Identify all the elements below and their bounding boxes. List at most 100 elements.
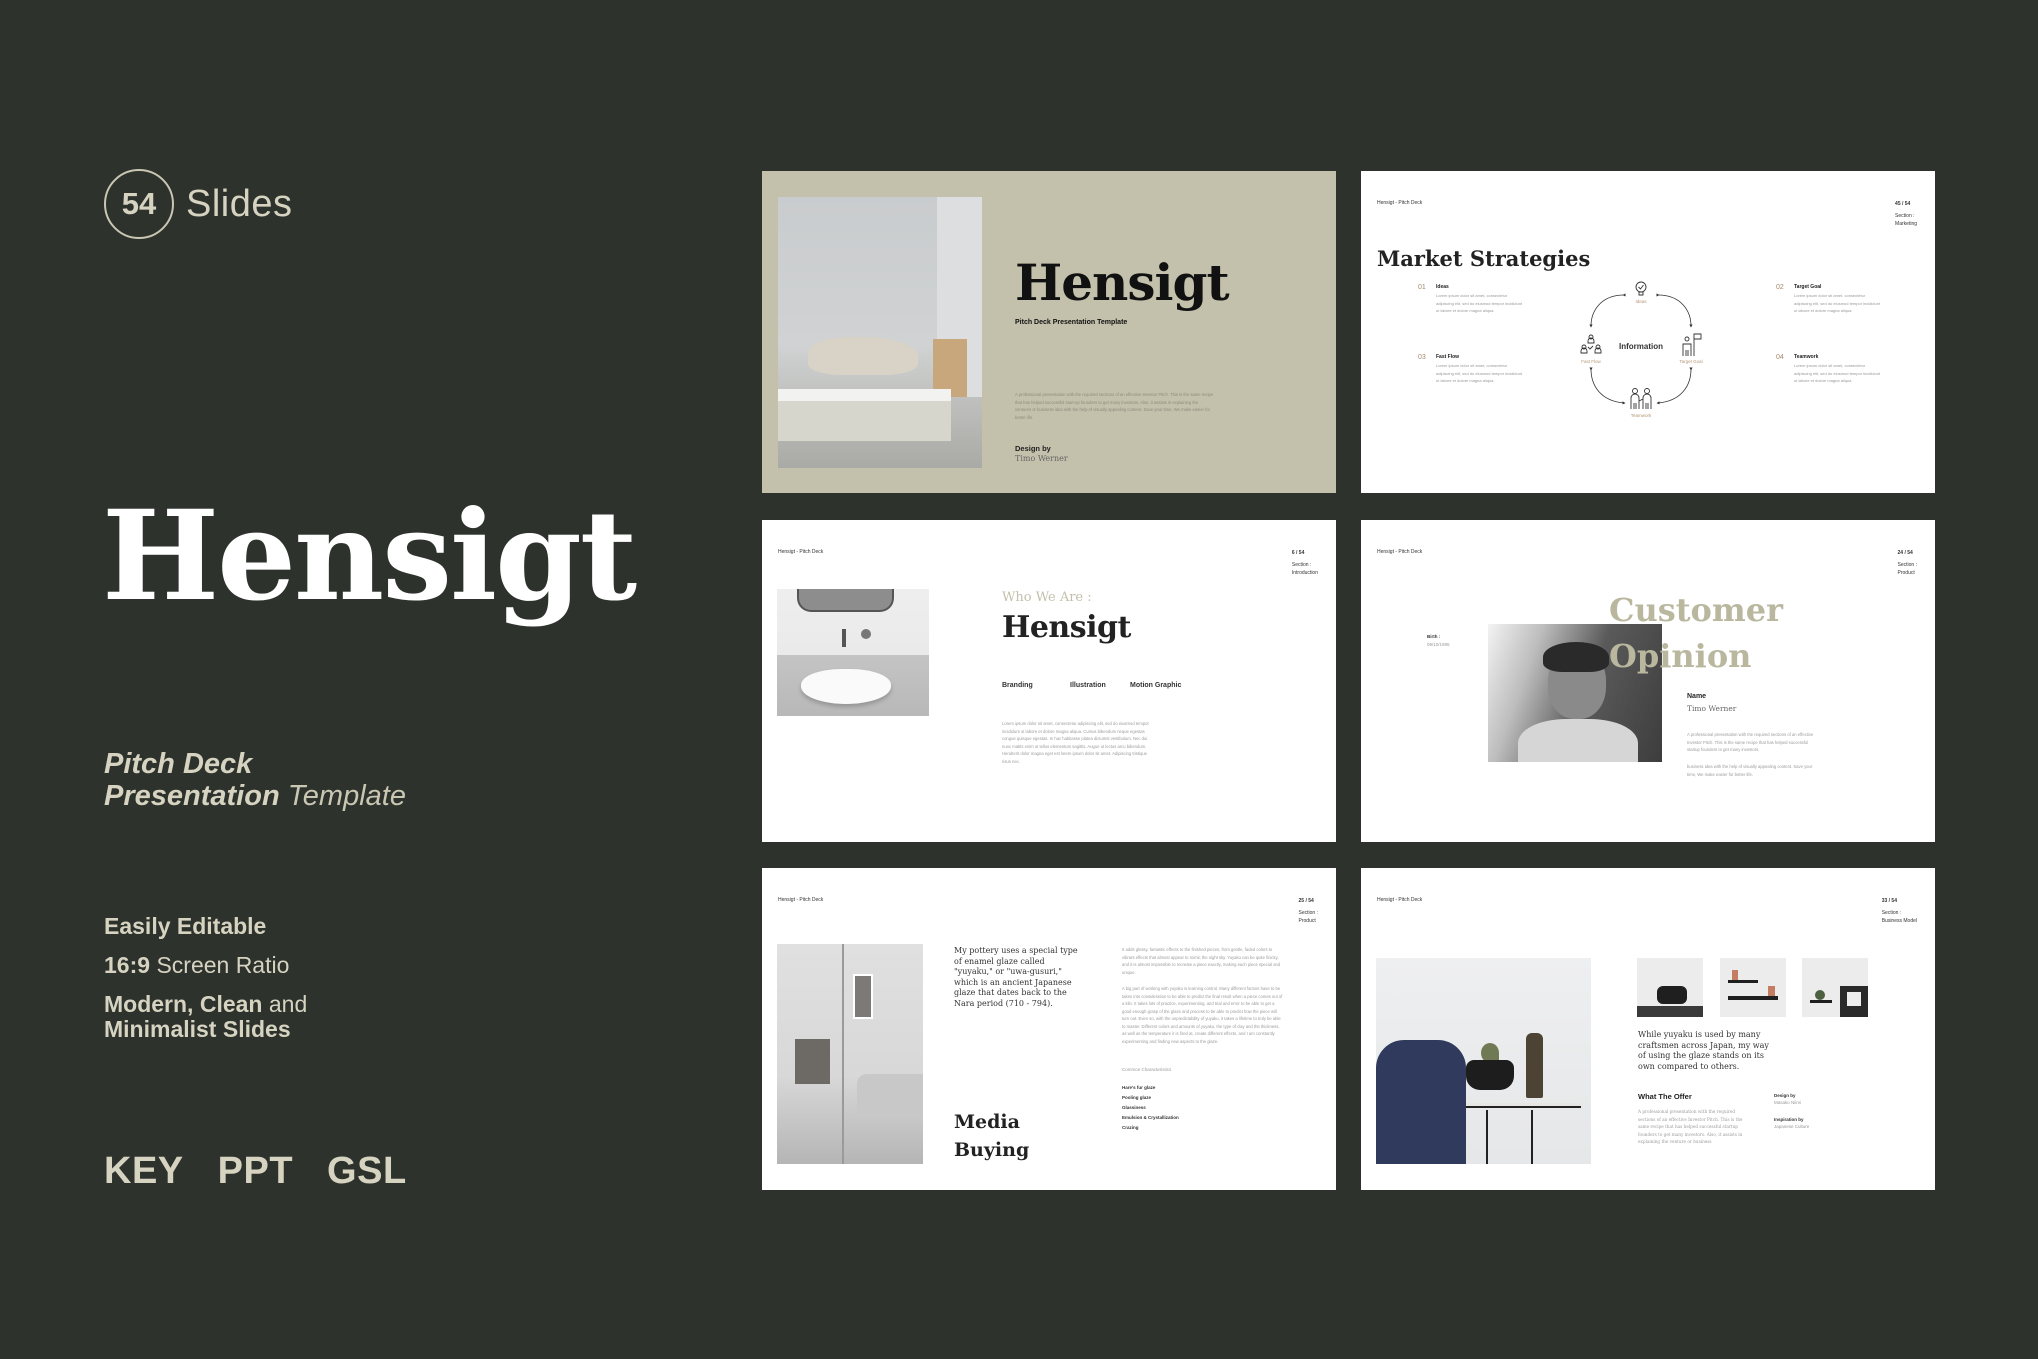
opinion-paragraph: business idea with the help of visually … — [1687, 764, 1813, 777]
media-title-line1: Media — [954, 1111, 1020, 1133]
slide-preview-customer-opinion: Hensigt - Pitch Deck 24 / 54 Section : P… — [1361, 520, 1935, 842]
strategy-num: 01 — [1418, 284, 1426, 291]
strategy-desc: Lorem ipsum dolor sit amet, consectetur … — [1794, 363, 1881, 383]
slide-header: Hensigt - Pitch Deck — [1377, 549, 1423, 555]
section-label: Section : — [1291, 562, 1312, 568]
section-label: Section : — [1897, 562, 1917, 568]
list-item: Emulsion & Crystallization — [1122, 1115, 1179, 1120]
cycle-center-label: Information — [1619, 342, 1663, 351]
slide-preview-cover: Hensigt Pitch Deck Presentation Template… — [762, 171, 1336, 493]
slide-header: Hensigt - Pitch Deck — [1377, 897, 1423, 903]
section-name: Product — [1897, 570, 1915, 576]
offer-quote: While yuyaku is used by many craftsmen a… — [1638, 1030, 1769, 1071]
slide-meta: 6 / 54 Section : Introduction — [1292, 549, 1318, 577]
characteristics-title: Common Characteristics — [1122, 1067, 1172, 1072]
strategy-name: Target Goal — [1794, 284, 1822, 290]
offer-paragraph: A professional presentation with the req… — [1638, 1109, 1743, 1144]
section-name: Business Model — [1881, 918, 1917, 924]
format-gsl: GSL — [327, 1150, 407, 1192]
feature-list: Easily Editable 16:9 Screen Ratio Modern… — [104, 914, 307, 1056]
strategy-desc: Lorem ipsum dolor sit amet, consectetur … — [1436, 363, 1523, 383]
media-title: Media Buying — [954, 1108, 1029, 1164]
photo-shirt — [1518, 719, 1638, 762]
offer-credits: Design by Masako Niimi Inspiration by Ja… — [1774, 1092, 1809, 1140]
cycle-label: Ideas — [1635, 299, 1647, 304]
strategy-desc: Lorem ipsum dolor sit amet, consectetur … — [1436, 293, 1523, 313]
tagline-line2-light: Template — [287, 780, 406, 812]
service-tag: Illustration — [1070, 682, 1106, 689]
feature-item: 16:9 Screen Ratio — [104, 953, 307, 978]
slide-preview-who-we-are: Hensigt - Pitch Deck 6 / 54 Section : In… — [762, 520, 1336, 842]
photo-faucet — [842, 629, 846, 647]
photo-knob — [861, 629, 871, 639]
format-key: KEY — [104, 1150, 184, 1192]
lightbulb-icon — [1635, 281, 1647, 296]
thumbnail-photo — [1720, 958, 1786, 1017]
feature-bold: Minimalist Slides — [104, 1016, 291, 1042]
strategy-cycle-diagram: Information Ideas Target Goal Teamwork F… — [1561, 281, 1721, 421]
cover-design-label: Design by — [1015, 444, 1051, 453]
photo-counter — [795, 1039, 830, 1084]
feature-item: Modern, Clean and Minimalist Slides — [104, 992, 307, 1042]
photo-table-leg — [1531, 1110, 1533, 1164]
thumbnail-photo — [1802, 958, 1868, 1017]
cover-paragraph: A professional presentation with the req… — [1015, 392, 1214, 420]
bedroom-photo — [778, 197, 982, 468]
opinion-title-line1: Customer — [1609, 591, 1783, 629]
who-paragraph: Lorem ipsum dolor sit amet, consectetur … — [1002, 721, 1149, 764]
strategy-num: 02 — [1776, 284, 1784, 291]
cycle-label: Target Goal — [1679, 359, 1703, 364]
strategy-name: Fast Flow — [1436, 354, 1460, 360]
photo-bed — [857, 1074, 923, 1114]
opinion-title: Customer Opinion — [1609, 587, 1783, 679]
feature-bold: Modern, Clean — [104, 991, 263, 1017]
format-list: KEY PPT GSL — [104, 1150, 407, 1193]
design-label: Design by — [1774, 1093, 1796, 1098]
flag-goal-icon — [1682, 333, 1702, 356]
living-room-photo — [1376, 958, 1591, 1164]
team-flow-icon — [1580, 334, 1602, 354]
birth-value: 09/10/1995 — [1427, 642, 1450, 647]
strategy-num: 03 — [1418, 354, 1426, 361]
strategy-desc: Lorem ipsum dolor sit amet, consectetur … — [1794, 293, 1881, 313]
interior-photo — [777, 944, 923, 1164]
list-item: Glassiness — [1122, 1105, 1146, 1110]
basin-photo — [777, 589, 929, 716]
media-paragraph: It adds glossy, fantastic effects to the… — [1122, 947, 1281, 975]
media-paragraph: A big part of working with yuyaku is lea… — [1122, 986, 1283, 1044]
slide-header: Hensigt - Pitch Deck — [1377, 200, 1423, 206]
cover-designer: Timo Werner — [1015, 454, 1068, 463]
list-item: Pooling glaze — [1122, 1095, 1152, 1100]
opinion-title-line2: Opinion — [1609, 637, 1752, 675]
market-title: Market Strategies — [1377, 246, 1591, 271]
inspiration-value: Japanese Culture — [1774, 1124, 1810, 1129]
photo-bed — [778, 389, 951, 441]
slide-preview-offer: Hensigt - Pitch Deck 33 / 54 Section : B… — [1361, 868, 1935, 1190]
service-tags: Branding Illustration Motion Graphic — [1002, 682, 1181, 689]
section-name: Introduction — [1291, 570, 1318, 576]
name-value: Timo Werner — [1687, 704, 1737, 713]
photo-glass — [842, 944, 844, 1164]
slide-header: Hensigt - Pitch Deck — [778, 897, 824, 903]
tagline-line2-bold: Presentation — [104, 780, 280, 812]
name-label: Name — [1687, 693, 1707, 700]
service-tag: Branding — [1002, 682, 1033, 689]
strategy-name: Ideas — [1436, 284, 1449, 290]
section-label: Section : — [1298, 910, 1318, 916]
photo-artwork — [853, 974, 873, 1019]
page-number: 45 / 54 — [1895, 201, 1911, 207]
feature-light: Screen Ratio — [156, 952, 290, 978]
tagline-line1: Pitch Deck — [104, 748, 253, 780]
section-name: Product — [1298, 918, 1316, 924]
slide-meta: 33 / 54 Section : Business Model — [1882, 897, 1917, 925]
feature-bold: 16:9 — [104, 952, 151, 978]
slide-meta: 24 / 54 Section : Product — [1898, 549, 1917, 577]
who-kicker: Who We Are : — [1002, 590, 1092, 605]
designer-name: Masako Niimi — [1774, 1100, 1802, 1105]
slide-count-circle: 54 — [104, 169, 174, 239]
feature-item: Easily Editable — [104, 914, 307, 939]
opinion-paragraph: A professional presentation with the req… — [1687, 732, 1814, 752]
photo-basin — [801, 669, 891, 704]
slide-meta: 25 / 54 Section : Product — [1299, 897, 1318, 925]
page-number: 25 / 54 — [1298, 898, 1314, 904]
